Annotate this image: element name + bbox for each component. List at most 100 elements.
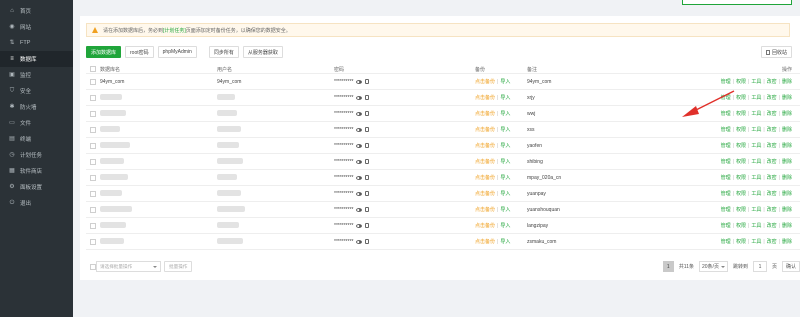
import-link[interactable]: 导入 [500, 143, 510, 149]
note[interactable]: yuanshouquan [527, 207, 691, 213]
op-link[interactable]: 工具 [751, 191, 761, 197]
backup-link[interactable]: 点击备份 [475, 127, 495, 133]
op-link[interactable]: 管理 [721, 143, 731, 149]
op-link[interactable]: 权限 [736, 191, 746, 197]
select-all-checkbox[interactable] [90, 66, 96, 72]
search-input[interactable] [682, 0, 792, 5]
note[interactable]: mpay_020a_cn [527, 175, 691, 181]
per-page-select[interactable]: 20条/页 [699, 261, 728, 272]
copy-icon[interactable] [365, 239, 370, 244]
import-link[interactable]: 导入 [500, 207, 510, 213]
confirm-button[interactable]: 确认 [781, 261, 800, 272]
op-link[interactable]: 权限 [736, 111, 746, 117]
op-link[interactable]: 删除 [782, 95, 792, 101]
op-link[interactable]: 删除 [782, 175, 792, 181]
recycle-bin-button[interactable]: 回收站 [760, 46, 792, 58]
op-link[interactable]: 删除 [782, 111, 792, 117]
import-link[interactable]: 导入 [500, 223, 510, 229]
backup-link[interactable]: 点击备份 [475, 79, 495, 85]
eye-icon[interactable] [356, 223, 363, 228]
eye-icon[interactable] [356, 111, 363, 116]
op-link[interactable]: 改密 [767, 143, 777, 149]
eye-icon[interactable] [356, 79, 363, 84]
op-link[interactable]: 改密 [767, 175, 777, 181]
op-link[interactable]: 权限 [736, 143, 746, 149]
backup-link[interactable]: 点击备份 [475, 159, 495, 165]
add-database-button[interactable]: 添加数据库 [86, 46, 122, 58]
op-link[interactable]: 删除 [782, 191, 792, 197]
op-link[interactable]: 删除 [782, 127, 792, 133]
eye-icon[interactable] [356, 95, 363, 100]
row-checkbox[interactable] [90, 174, 96, 181]
notice-cron-link[interactable]: [计划任务] [163, 27, 186, 34]
op-link[interactable]: 权限 [736, 127, 746, 133]
sidebar-item-2[interactable]: ⇅ FTP [0, 35, 73, 51]
op-link[interactable]: 工具 [751, 159, 761, 165]
eye-icon[interactable] [356, 159, 363, 164]
import-link[interactable]: 导入 [500, 175, 510, 181]
sidebar-item-9[interactable]: ◷ 计划任务 [0, 147, 73, 163]
sidebar-item-11[interactable]: ⚙ 面板设置 [0, 179, 73, 195]
copy-icon[interactable] [365, 159, 370, 164]
backup-link[interactable]: 点击备份 [475, 191, 495, 197]
op-link[interactable]: 工具 [751, 143, 761, 149]
row-checkbox[interactable] [90, 206, 96, 213]
copy-icon[interactable] [365, 95, 370, 100]
copy-icon[interactable] [365, 143, 370, 148]
copy-icon[interactable] [365, 111, 370, 116]
backup-link[interactable]: 点击备份 [475, 95, 495, 101]
op-link[interactable]: 删除 [782, 239, 792, 245]
row-checkbox[interactable] [90, 110, 96, 117]
import-link[interactable]: 导入 [500, 239, 510, 245]
op-link[interactable]: 工具 [751, 79, 761, 85]
note[interactable]: wwj [527, 111, 691, 117]
backup-link[interactable]: 点击备份 [475, 175, 495, 181]
op-link[interactable]: 管理 [721, 223, 731, 229]
op-link[interactable]: 权限 [736, 175, 746, 181]
op-link[interactable]: 工具 [751, 239, 761, 245]
op-link[interactable]: 管理 [721, 159, 731, 165]
op-link[interactable]: 工具 [751, 95, 761, 101]
op-link[interactable]: 改密 [767, 111, 777, 117]
import-link[interactable]: 导入 [500, 159, 510, 165]
op-link[interactable]: 管理 [721, 111, 731, 117]
row-checkbox[interactable] [90, 78, 96, 85]
copy-icon[interactable] [365, 127, 370, 132]
sidebar-item-6[interactable]: ✱ 防火墙 [0, 99, 73, 115]
eye-icon[interactable] [356, 143, 363, 148]
import-link[interactable]: 导入 [500, 111, 510, 117]
sync-all-button[interactable]: 同步所有 [208, 46, 239, 58]
sidebar-item-4[interactable]: ▣ 监控 [0, 67, 73, 83]
note[interactable]: xss [527, 127, 691, 133]
op-link[interactable]: 工具 [751, 207, 761, 213]
op-link[interactable]: 权限 [736, 223, 746, 229]
sidebar-item-5[interactable]: ⛉ 安全 [0, 83, 73, 99]
op-link[interactable]: 删除 [782, 223, 792, 229]
op-link[interactable]: 权限 [736, 95, 746, 101]
op-link[interactable]: 管理 [721, 79, 731, 85]
note[interactable]: yaofen [527, 143, 691, 149]
op-link[interactable]: 工具 [751, 223, 761, 229]
backup-link[interactable]: 点击备份 [475, 239, 495, 245]
backup-link[interactable]: 点击备份 [475, 223, 495, 229]
op-link[interactable]: 改密 [767, 207, 777, 213]
note[interactable]: yuanpay [527, 191, 691, 197]
op-link[interactable]: 改密 [767, 223, 777, 229]
eye-icon[interactable] [356, 127, 363, 132]
op-link[interactable]: 删除 [782, 143, 792, 149]
op-link[interactable]: 删除 [782, 159, 792, 165]
note[interactable]: xrjy [527, 95, 691, 101]
op-link[interactable]: 管理 [721, 191, 731, 197]
op-link[interactable]: 管理 [721, 239, 731, 245]
op-link[interactable]: 删除 [782, 79, 792, 85]
row-checkbox[interactable] [90, 158, 96, 165]
op-link[interactable]: 改密 [767, 79, 777, 85]
op-link[interactable]: 改密 [767, 127, 777, 133]
eye-icon[interactable] [356, 239, 363, 244]
sidebar-item-0[interactable]: ⌂ 首页 [0, 3, 73, 19]
copy-icon[interactable] [365, 79, 370, 84]
phpmyadmin-button[interactable]: phpMyAdmin [157, 46, 197, 58]
get-from-server-button[interactable]: 从服务器获取 [242, 46, 283, 58]
op-link[interactable]: 权限 [736, 159, 746, 165]
op-link[interactable]: 改密 [767, 191, 777, 197]
